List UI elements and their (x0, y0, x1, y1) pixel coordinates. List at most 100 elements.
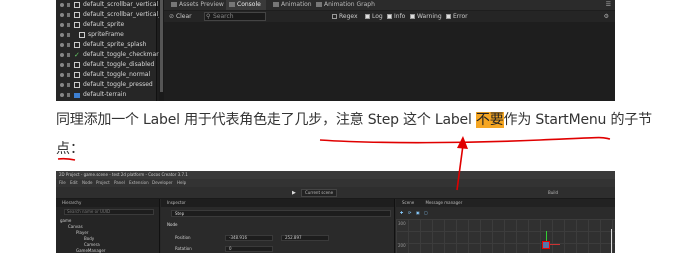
image-node-icon (79, 32, 85, 38)
hierarchy-panel: Hierarchy Search name or UUID game Canvas… (56, 199, 160, 253)
image-node-icon (74, 72, 80, 78)
instruction-text-tail: 作为 StartMenu 的子节 (503, 112, 653, 128)
rotate-tool-icon[interactable]: ⟳ (408, 210, 411, 216)
menu-node[interactable]: Node (82, 179, 92, 187)
asset-item[interactable]: default-terrain (56, 90, 157, 100)
inspector-panel: Inspector Step Node Position -348.916 25… (161, 199, 395, 253)
tab-animation[interactable]: Animation (270, 0, 312, 10)
visibility-icon[interactable] (60, 33, 64, 37)
ruler-label: 300 (398, 221, 406, 226)
asset-item[interactable]: default_toggle_pressed (56, 80, 157, 90)
asset-tree[interactable]: default_scrollbar_vertical default_scroll… (56, 0, 163, 101)
play-button[interactable]: ▶ (292, 187, 296, 199)
visibility-icon[interactable] (60, 83, 64, 87)
asset-item-label: default_toggle_pressed (83, 81, 153, 88)
image-node-icon (74, 22, 80, 28)
log-checkbox[interactable] (365, 14, 370, 19)
tab-scene[interactable]: Scene (402, 200, 414, 205)
tab-console[interactable]: Console (226, 0, 266, 10)
underline-annotation (319, 136, 611, 144)
visibility-icon[interactable] (60, 63, 64, 67)
lock-icon[interactable] (67, 23, 70, 27)
tab-message-manager[interactable]: Message manager (425, 200, 462, 205)
asset-item[interactable]: spriteFrame (56, 30, 157, 40)
visibility-icon[interactable] (60, 73, 64, 77)
move-tool-icon[interactable]: ✚ (400, 210, 403, 216)
menu-file[interactable]: File (59, 179, 66, 187)
asset-item[interactable]: ✓ default_toggle_checkmark (56, 50, 162, 60)
position-y-field[interactable]: 252.897 (281, 235, 329, 241)
tab-assets-preview[interactable]: Assets Preview (168, 0, 224, 10)
error-checkbox[interactable] (446, 14, 451, 19)
build-button[interactable]: Build (548, 187, 558, 199)
menu-edit[interactable]: Edit (70, 179, 78, 187)
visibility-icon[interactable] (60, 93, 64, 97)
hierarchy-node[interactable]: GameManager (76, 248, 105, 253)
menu-panel[interactable]: Panel (114, 179, 125, 187)
folder-icon (74, 93, 80, 98)
asset-item-label: default_sprite (83, 21, 125, 28)
clear-button[interactable]: ⊘ Clear (169, 12, 192, 21)
asset-item[interactable]: default_sprite (56, 20, 157, 30)
menu-project[interactable]: Project (96, 179, 110, 187)
hierarchy-search-input[interactable]: Search name or UUID (64, 209, 154, 215)
asset-item[interactable]: default_scrollbar_vertical_l (56, 10, 163, 20)
node-name-field[interactable]: Step (171, 210, 391, 217)
asset-item-label: default_scrollbar_vertical (83, 1, 159, 8)
rect-tool-icon[interactable]: ▢ (424, 210, 428, 216)
position-x-field[interactable]: -348.916 (225, 235, 273, 241)
console-icon (229, 2, 235, 7)
warning-toggle[interactable]: Warning (410, 12, 442, 21)
regex-toggle[interactable]: Regex (332, 12, 358, 21)
asset-item-label: default_toggle_checkmark (83, 51, 163, 58)
ruler-label: 200 (398, 243, 406, 248)
visibility-icon[interactable] (60, 13, 64, 17)
info-toggle[interactable]: Info (387, 12, 405, 21)
rotation-field[interactable]: 0 (225, 246, 273, 252)
menu-help[interactable]: Help (177, 179, 186, 187)
lock-icon[interactable] (67, 43, 70, 47)
lock-icon[interactable] (67, 53, 70, 57)
highlighted-warning: 不要 (475, 112, 504, 128)
asset-item-label: default_sprite_splash (83, 41, 147, 48)
lock-icon[interactable] (67, 83, 70, 87)
asset-item[interactable]: default_toggle_normal (56, 70, 157, 80)
menu-extension[interactable]: Extension (129, 179, 149, 187)
checkmark-icon: ✓ (74, 51, 80, 59)
visibility-icon[interactable] (60, 43, 64, 47)
lock-icon[interactable] (67, 63, 70, 67)
log-toggle[interactable]: Log (365, 12, 383, 21)
menu-developer[interactable]: Developer (152, 179, 173, 187)
info-checkbox[interactable] (387, 14, 392, 19)
asset-item-label: spriteFrame (88, 31, 124, 38)
console-settings-icon[interactable]: ⚙ (604, 12, 609, 21)
lock-icon[interactable] (67, 13, 70, 17)
asset-item-label: default_toggle_normal (83, 71, 151, 78)
scale-tool-icon[interactable]: ▣ (416, 210, 420, 216)
error-toggle[interactable]: Error (446, 12, 468, 21)
visibility-icon[interactable] (60, 53, 64, 57)
visibility-icon[interactable] (60, 23, 64, 27)
regex-checkbox[interactable] (332, 14, 337, 19)
visibility-icon[interactable] (60, 3, 64, 7)
asset-item[interactable]: default_scrollbar_vertical (56, 0, 159, 10)
tab-animation-graph[interactable]: Animation Graph (313, 0, 375, 10)
instruction-line-2: 点： (56, 141, 84, 157)
scene-viewport[interactable]: 300 200 (396, 219, 615, 253)
node-section-header[interactable]: Node (167, 222, 177, 228)
asset-item[interactable]: default_toggle_disabled (56, 60, 157, 70)
lock-icon[interactable] (67, 93, 70, 97)
menu-bar: File Edit Node Project Panel Extension D… (56, 179, 615, 187)
lock-icon[interactable] (67, 3, 70, 7)
image-node-icon (74, 12, 80, 18)
console-search-input[interactable]: ⚲ Search (204, 12, 266, 21)
lock-icon[interactable] (67, 33, 70, 37)
instruction-text: 同理添加一个 Label 用于代表角色走了几步，注意 Step 这个 Label (56, 112, 476, 128)
lock-icon[interactable] (67, 73, 70, 77)
panel-menu-icon[interactable]: ☰ (606, 0, 611, 10)
asset-item[interactable]: default_sprite_splash (56, 40, 157, 50)
scene-dropdown[interactable]: Current scene (301, 189, 338, 197)
selected-step-node[interactable] (542, 241, 550, 249)
warning-checkbox[interactable] (410, 14, 415, 19)
asset-item-label: default_scrollbar_vertical_l (83, 11, 163, 18)
